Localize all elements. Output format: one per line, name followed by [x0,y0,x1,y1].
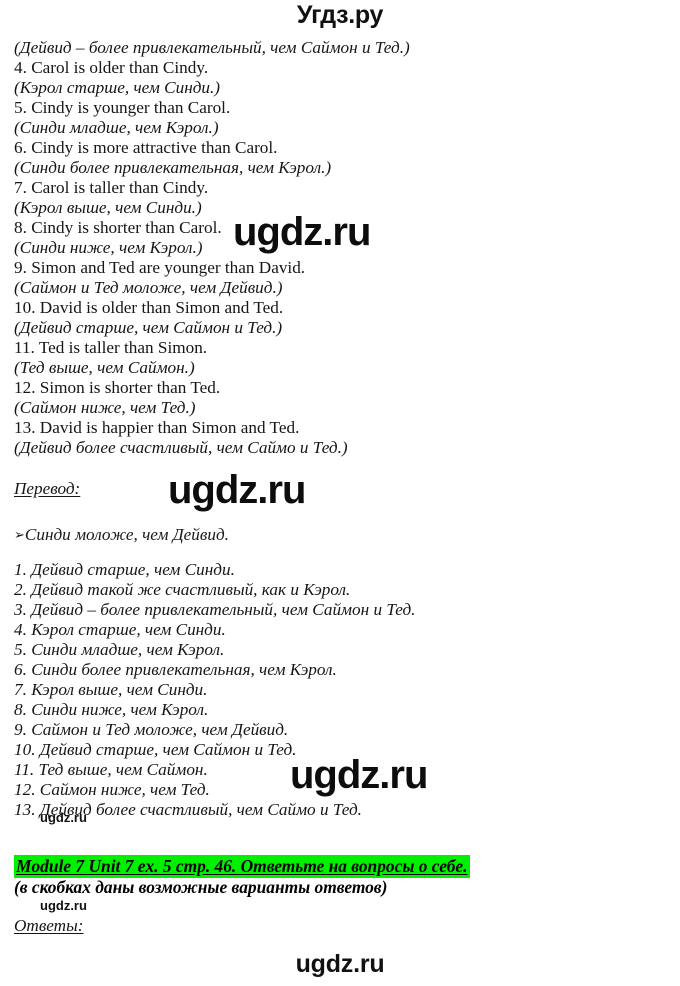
translation-example-text: Синди моложе, чем Дейвид. [24,525,229,544]
answer-line: 8. Cindy is shorter than Carol. [14,218,222,237]
answers-label: Ответы: [14,916,84,935]
translation-line: 8. Синди ниже, чем Кэрол. [14,700,209,719]
translation-line: 6. Синди более привлекательная, чем Кэро… [14,660,337,679]
translation-line: 3. Дейвид – более привлекательный, чем С… [14,600,416,619]
translation-line: 9. Саймон и Тед моложе, чем Дейвид. [14,720,289,739]
translation-line: 11. Тед выше, чем Саймон. [14,760,208,779]
answer-line: (Синди младше, чем Кэрол.) [14,118,219,137]
answer-line: 7. Carol is taller than Cindy. [14,178,209,197]
site-logo: Угдз.ру [296,1,384,29]
translation-line: 1. Дейвид старше, чем Синди. [14,560,235,579]
task-subheading: (в скобках даны возможные варианты ответ… [14,877,388,897]
translation-section-label: Перевод: [14,479,81,498]
answer-line: (Дейвид – более привлекательный, чем Сай… [14,38,410,57]
translation-line: 4. Кэрол старше, чем Синди. [14,620,226,639]
document-page: Угдз.ру (Дейвид – более привлекательный,… [0,0,680,986]
answer-line: 12. Simon is shorter than Ted. [14,378,221,397]
answer-line: (Дейвид более счастливый, чем Саймо и Те… [14,438,348,457]
translation-example-item: ➢Синди моложе, чем Дейвид. [14,525,229,546]
translation-line: 7. Кэрол выше, чем Синди. [14,680,208,699]
answer-line: 6. Cindy is more attractive than Carol. [14,138,278,157]
answer-line: 13. David is happier than Simon and Ted. [14,418,300,437]
answer-line: 10. David is older than Simon and Ted. [14,298,284,317]
answer-line: (Тед выше, чем Саймон.) [14,358,195,377]
answer-line: (Дейвид старше, чем Саймон и Тед.) [14,318,283,337]
watermark-large: ugdz.ru [233,210,371,254]
answer-line: 4. Carol is older than Cindy. [14,58,209,77]
answer-line: (Синди более привлекательная, чем Кэрол.… [14,158,332,177]
translation-line: 5. Синди младше, чем Кэрол. [14,640,225,659]
answer-line: (Кэрол старше, чем Синди.) [14,78,221,97]
translation-line: 12. Саймон ниже, чем Тед. [14,780,210,799]
answer-line: (Кэрол выше, чем Синди.) [14,198,202,217]
watermark-bottom: ugdz.ru [295,950,385,978]
watermark-small: ugdz.ru [40,810,87,825]
watermark-large: ugdz.ru [168,468,306,512]
arrow-bullet-icon: ➢ [14,527,25,542]
answer-line: (Саймон ниже, чем Тед.) [14,398,196,417]
task-heading-highlighted: Module 7 Unit 7 ex. 5 стр. 46. Ответьте … [14,855,470,878]
answer-line: 5. Cindy is younger than Carol. [14,98,231,117]
translation-line: 10. Дейвид старше, чем Саймон и Тед. [14,740,297,759]
answer-line: 11. Ted is taller than Simon. [14,338,208,357]
watermark-large: ugdz.ru [290,753,428,797]
answer-line: 9. Simon and Ted are younger than David. [14,258,306,277]
watermark-small: ugdz.ru [40,898,87,913]
answer-line: (Синди ниже, чем Кэрол.) [14,238,203,257]
answer-line: (Саймон и Тед моложе, чем Дейвид.) [14,278,283,297]
translation-line: 2. Дейвид такой же счастливый, как и Кэр… [14,580,351,599]
